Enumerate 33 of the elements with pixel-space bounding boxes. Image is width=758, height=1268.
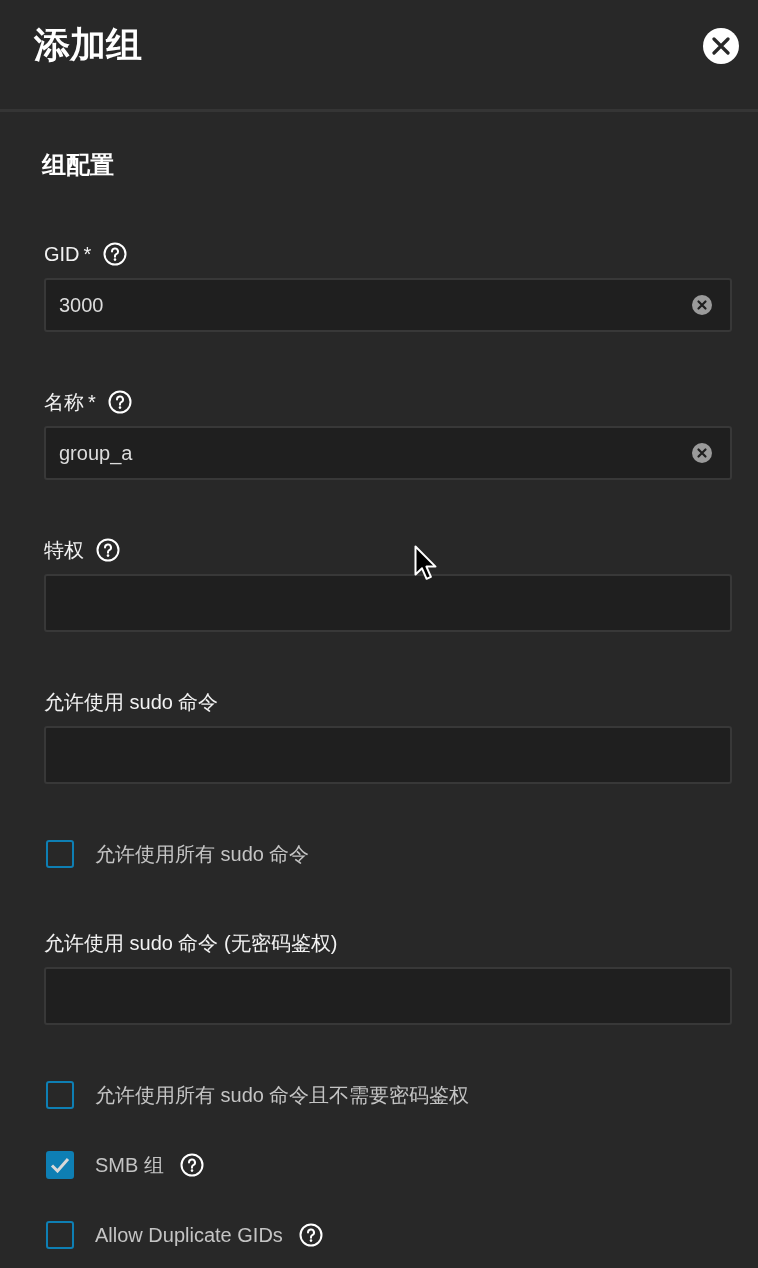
checkbox[interactable] — [46, 840, 74, 868]
dialog-title: 添加组 — [34, 23, 142, 67]
help-icon[interactable] — [298, 1223, 323, 1247]
input-field[interactable]: 3000 — [44, 278, 732, 332]
field-label: 允许使用 sudo 命令 (无密码鉴权) — [44, 931, 338, 955]
checkbox[interactable] — [46, 1081, 74, 1109]
required-mark: * — [88, 390, 96, 414]
help-icon[interactable] — [107, 390, 132, 414]
checkmark-icon — [50, 1157, 70, 1173]
checkbox[interactable] — [46, 1151, 74, 1179]
checkbox-label: 允许使用所有 sudo 命令 — [95, 842, 310, 866]
help-icon[interactable] — [179, 1153, 204, 1177]
checkbox[interactable] — [46, 1221, 74, 1249]
field-label: 允许使用 sudo 命令 — [44, 690, 219, 714]
help-icon[interactable] — [103, 242, 128, 266]
input-field[interactable]: group_a — [44, 426, 732, 480]
required-mark: * — [83, 242, 92, 266]
field-label: 特权 — [44, 538, 84, 562]
section-title: 组配置 — [42, 150, 114, 180]
checkbox-label: 允许使用所有 sudo 命令且不需要密码鉴权 — [95, 1083, 470, 1107]
checkbox-label: SMB 组 — [95, 1153, 164, 1177]
close-icon — [712, 37, 730, 55]
input-field[interactable] — [44, 726, 732, 784]
help-icon[interactable] — [96, 538, 120, 562]
input-field[interactable] — [44, 574, 732, 632]
input-field[interactable] — [44, 967, 732, 1025]
close-button[interactable] — [703, 28, 739, 64]
mouse-pointer-icon — [414, 545, 438, 581]
field-label: GID — [44, 242, 80, 266]
field-label: 名称 — [44, 390, 84, 414]
checkbox-label: Allow Duplicate GIDs — [95, 1223, 283, 1247]
clear-icon[interactable] — [692, 443, 712, 463]
clear-icon[interactable] — [692, 295, 712, 315]
